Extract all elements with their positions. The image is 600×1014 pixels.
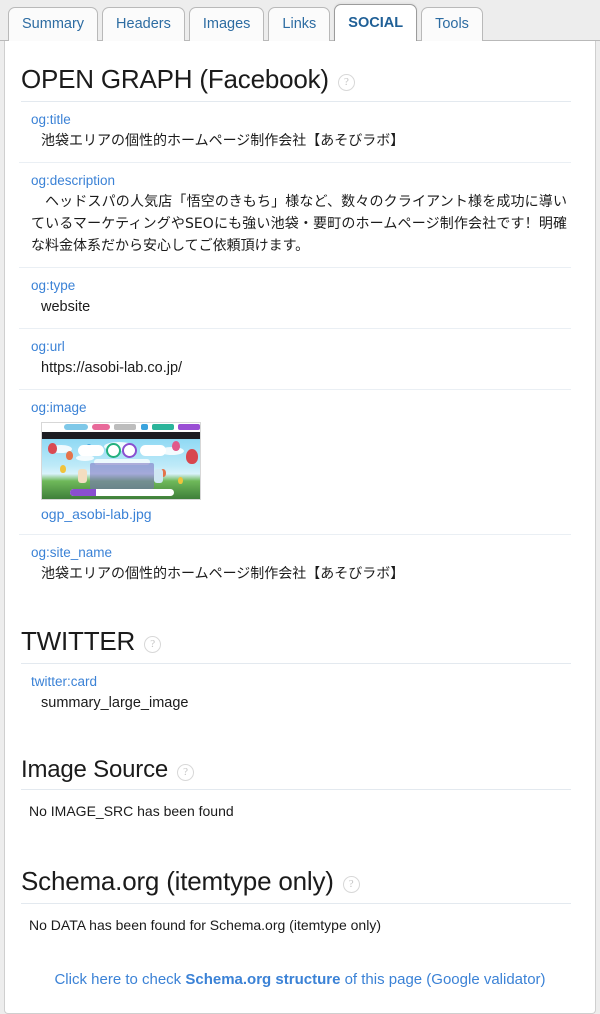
open-graph-rows: og:title 池袋エリアの個性的ホームページ制作会社【あそびラボ】 og:d… [19,102,581,595]
link-bold: Schema.org structure [185,971,341,989]
thumbnail-artwork [42,438,200,499]
section-image-source: Image Source ? No IMAGE_SRC has been fou… [5,742,595,836]
og-image-block: ogp_asobi-lab.jpg [31,418,571,524]
open-graph-title: OPEN GRAPH (Facebook) [21,64,329,94]
tab-summary-label: Summary [22,16,85,33]
tab-images-label: Images [202,16,251,33]
help-icon-image-source[interactable]: ? [177,763,195,781]
tab-social-label: SOCIAL [348,14,404,31]
help-icon-twitter[interactable]: ? [144,635,162,653]
meta-key: og:description [31,172,116,188]
meta-row-og-site-name: og:site_name 池袋エリアの個性的ホームページ制作会社【あそびラボ】 [19,535,571,595]
help-icon-open-graph[interactable]: ? [337,73,355,91]
schema-org-heading: Schema.org (itemtype only) ? [19,853,581,903]
section-twitter: TWITTER ? twitter:card summary_large_ima… [5,613,595,724]
meta-key: og:site_name [31,544,113,560]
meta-row-og-image: og:image ogp_asobi-lab.jpg [19,390,571,535]
meta-key: og:type [31,277,76,293]
open-graph-heading: OPEN GRAPH (Facebook) ? [19,51,581,101]
schema-validator-link-wrap: Click here to check Schema.org structure… [19,949,581,1013]
meta-key: og:title [31,111,71,127]
twitter-rows: twitter:card summary_large_image [19,664,581,724]
image-source-heading: Image Source ? [19,742,581,790]
meta-value: summary_large_image [41,694,189,711]
meta-value: https://asobi-lab.co.jp/ [41,359,183,376]
thumbnail-footer-bar [70,488,174,496]
meta-row-og-url: og:url https://asobi-lab.co.jp/ [19,329,571,390]
meta-row-og-description: og:description ヘッドスパの人気店「悟空のきもち」様など、数々のク… [19,163,571,268]
section-schema-org: Schema.org (itemtype only) ? No DATA has… [5,853,595,1013]
og-image-thumbnail[interactable] [41,421,201,500]
tab-headers-label: Headers [116,16,171,33]
tab-summary[interactable]: Summary [8,7,99,41]
tab-social[interactable]: SOCIAL [334,4,418,42]
tab-tools-label: Tools [435,16,469,33]
tab-links-label: Links [282,16,317,33]
schema-org-message: No DATA has been found for Schema.org (i… [29,917,381,934]
schema-org-title: Schema.org (itemtype only) [21,866,334,897]
tab-headers[interactable]: Headers [102,7,185,41]
image-source-title: Image Source [21,755,169,783]
tab-bar: Summary Headers Images Links SOCIAL Tool… [0,0,600,42]
section-open-graph: OPEN GRAPH (Facebook) ? og:title 池袋エリアの個… [5,51,595,595]
meta-row-og-type: og:type website [19,268,571,329]
thumbnail-site-header [42,422,200,432]
meta-key: twitter:card [31,673,98,689]
meta-key: og:url [31,338,65,354]
help-icon-schema-org[interactable]: ? [342,876,360,894]
meta-value: website [41,298,91,315]
link-suffix: of this page (Google validator) [340,971,546,989]
thumbnail-nav-strip [42,431,200,439]
og-image-filename-link[interactable]: ogp_asobi-lab.jpg [41,506,152,522]
tab-images[interactable]: Images [188,7,265,41]
thumbnail-screen [90,462,154,489]
tab-tools[interactable]: Tools [421,7,483,41]
link-prefix: Click here to check [54,971,186,989]
social-panel: OPEN GRAPH (Facebook) ? og:title 池袋エリアの個… [4,41,596,1014]
image-source-message: No IMAGE_SRC has been found [29,803,234,820]
meta-row-og-title: og:title 池袋エリアの個性的ホームページ制作会社【あそびラボ】 [19,102,571,163]
schema-validator-link[interactable]: Click here to check Schema.org structure… [54,971,545,988]
meta-value: 池袋エリアの個性的ホームページ制作会社【あそびラボ】 [41,565,405,582]
tab-links[interactable]: Links [268,7,331,41]
meta-row-twitter-card: twitter:card summary_large_image [19,664,571,724]
twitter-title: TWITTER [21,625,136,656]
meta-key: og:image [31,399,87,415]
twitter-heading: TWITTER ? [19,613,581,663]
meta-value: 池袋エリアの個性的ホームページ制作会社【あそびラボ】 [41,132,405,149]
meta-value: ヘッドスパの人気店「悟空のきもち」様など、数々のクライアント様を成功に導いている… [31,193,567,254]
